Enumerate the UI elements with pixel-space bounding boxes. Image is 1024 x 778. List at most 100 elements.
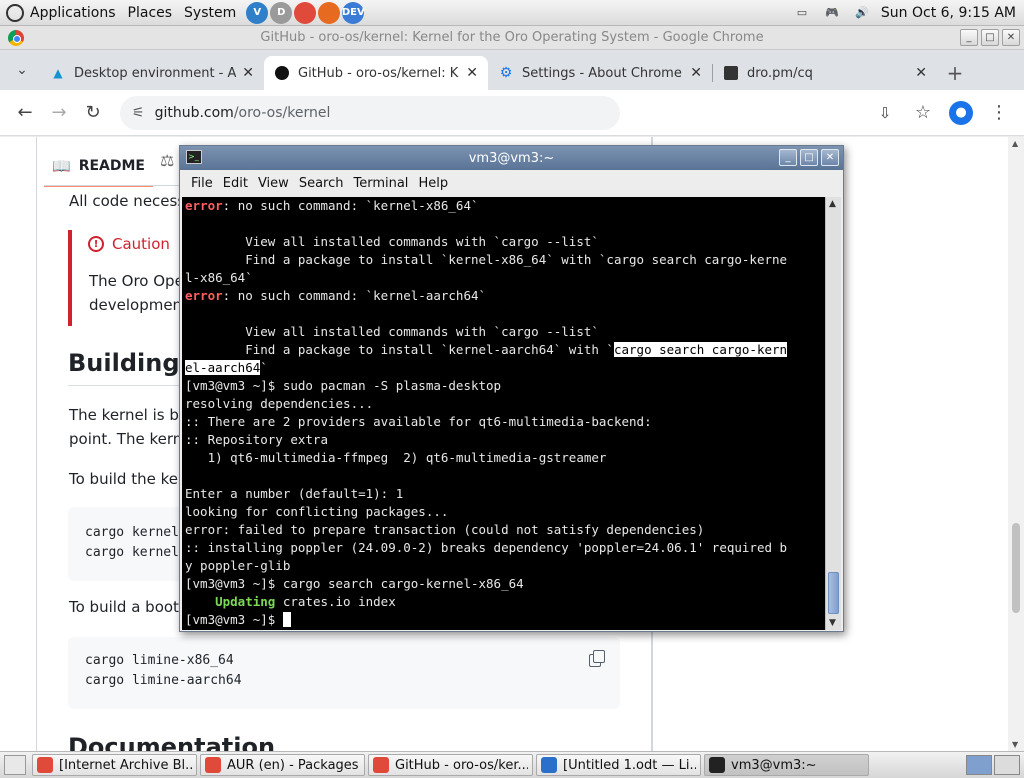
license-scale-icon[interactable]: ⚖ [160, 151, 174, 170]
terminal-line: l-x86_64` [185, 269, 826, 287]
new-tab-button[interactable]: + [937, 56, 973, 90]
url-host: github.com [154, 104, 234, 121]
dev-icon[interactable]: DEV [342, 1, 365, 24]
places-menu[interactable]: Places [122, 0, 179, 26]
vscode-icon[interactable]: V [246, 1, 269, 24]
chrome-titlebar[interactable]: GitHub - oro-os/kernel: Kernel for the O… [0, 26, 1024, 50]
error-keyword: error [185, 288, 223, 303]
terminal-titlebar[interactable]: >_ vm3@vm3:~ _ □ ✕ [180, 146, 843, 170]
terminal-scrollbar-thumb[interactable] [828, 572, 839, 614]
copy-icon[interactable] [588, 649, 606, 667]
terminal-line: error: failed to prepare transaction (co… [185, 521, 826, 539]
scroll-up-icon[interactable]: ▲ [1012, 139, 1018, 148]
code-line: cargo limine-aarch64 [85, 673, 242, 688]
build-bootloader-text: To build a bootl [69, 598, 184, 616]
menu-terminal[interactable]: Terminal [348, 176, 413, 191]
panel-clock[interactable]: Sun Oct 6, 9:15 AM [881, 5, 1016, 21]
system-menu[interactable]: System [178, 0, 242, 26]
chrome-icon [373, 757, 389, 773]
scroll-down-icon[interactable]: ▼ [829, 618, 836, 628]
scrollbar-thumb[interactable] [1012, 523, 1020, 613]
volume-icon[interactable]: 🔊 [851, 4, 873, 22]
taskbar-item[interactable]: [Untitled 1.odt — Li... [536, 754, 701, 776]
tab-search-icon[interactable]: ⌄ [4, 50, 40, 90]
scroll-up-icon[interactable]: ▲ [829, 199, 836, 209]
menu-edit[interactable]: Edit [218, 176, 253, 191]
line-text: View all installed commands with `cargo … [185, 324, 599, 339]
taskbar-item[interactable]: AUR (en) - Packages... [200, 754, 365, 776]
workspace-switcher[interactable] [966, 755, 1024, 775]
terminal-scrollbar[interactable]: ▲ ▼ [825, 197, 841, 630]
menu-search[interactable]: Search [294, 176, 349, 191]
address-bar[interactable]: ⚟ github.com/oro-os/kernel [120, 95, 620, 130]
line-text: Enter a number (default=1): 1 [185, 486, 404, 501]
taskbar-item[interactable]: GitHub - oro-os/ker... [368, 754, 533, 776]
line-text: ` [260, 360, 268, 375]
scroll-down-icon[interactable]: ▼ [1012, 740, 1018, 749]
taskbar-item-label: AUR (en) - Packages... [227, 757, 360, 773]
firefox-icon[interactable] [318, 1, 341, 24]
window-list-icon[interactable]: ▭ [791, 4, 813, 22]
workspace-1[interactable] [966, 755, 992, 775]
terminal-title: vm3@vm3:~ [468, 150, 555, 166]
terminal-line: 1) qt6-multimedia-ffmpeg 2) qt6-multimed… [185, 449, 826, 467]
page-scrollbar[interactable]: ▲ ▼ [1008, 137, 1024, 751]
readme-tab[interactable]: 📖 README [44, 147, 153, 187]
terminal-maximize-button[interactable]: □ [800, 149, 818, 166]
terminal-close-button[interactable]: ✕ [821, 149, 839, 166]
show-desktop-button[interactable] [4, 755, 26, 775]
selected-text: el-aarch64 [185, 360, 261, 375]
back-button[interactable]: ← [8, 96, 42, 130]
panel-launchers: V D DEV [246, 1, 365, 24]
gamepad-icon[interactable]: 🎮 [821, 4, 843, 22]
menu-file[interactable]: File [186, 176, 218, 191]
line-text: :: There are 2 providers available for q… [185, 414, 652, 429]
tab-dro-pm[interactable]: dro.pm/cq ✕ [713, 56, 937, 90]
bookmark-star-icon[interactable]: ☆ [906, 96, 940, 130]
terminal-window[interactable]: >_ vm3@vm3:~ _ □ ✕ File Edit View Search… [179, 145, 844, 632]
close-tab-icon[interactable]: ✕ [690, 65, 702, 81]
close-tab-icon[interactable]: ✕ [915, 65, 927, 81]
install-app-icon[interactable]: ⇩ [868, 96, 902, 130]
chrome-icon [205, 757, 221, 773]
terminal-output[interactable]: error: no such command: `kernel-x86_64` … [182, 197, 826, 630]
profile-button[interactable]: ● [944, 96, 978, 130]
site-info-icon[interactable]: ⚟ [132, 105, 145, 121]
terminal-minimize-button[interactable]: _ [779, 149, 797, 166]
line-text: [vm3@vm3 ~]$ [185, 612, 283, 627]
taskbar-item-label: [Untitled 1.odt — Li... [563, 757, 696, 773]
terminal-line: Find a package to install `kernel-x86_64… [185, 251, 826, 269]
menu-view[interactable]: View [253, 176, 294, 191]
terminal-line: error: no such command: `kernel-aarch64` [185, 287, 826, 305]
terminal-line: y poppler-glib [185, 557, 826, 575]
more-menu-icon[interactable]: ⋮ [982, 96, 1016, 130]
tab-github-oro-kernel[interactable]: GitHub - oro-os/kernel: K ✕ [264, 56, 488, 90]
gedit-icon[interactable]: D [270, 1, 293, 24]
tab-strip: ⌄ ▲ Desktop environment - Ar ✕ GitHub - … [0, 50, 1024, 90]
close-tab-icon[interactable]: ✕ [242, 65, 254, 81]
task-list: [Internet Archive Bl... AUR (en) - Packag… [32, 754, 872, 776]
taskbar-item[interactable]: [Internet Archive Bl... [32, 754, 197, 776]
chrome-icon[interactable] [294, 1, 317, 24]
reload-button[interactable]: ↻ [76, 96, 110, 130]
line-text: [vm3@vm3 ~]$ cargo search cargo-kernel-x… [185, 576, 524, 591]
maximize-button[interactable]: □ [981, 29, 999, 46]
terminal-icon [709, 757, 725, 773]
close-tab-icon[interactable]: ✕ [466, 65, 478, 81]
tab-desktop-environment[interactable]: ▲ Desktop environment - Ar ✕ [40, 56, 264, 90]
menu-help[interactable]: Help [413, 176, 453, 191]
applications-menu[interactable]: Applications [0, 0, 122, 26]
line-text: : no such command: `kernel-x86_64` [222, 198, 479, 213]
workspace-2[interactable] [994, 755, 1020, 775]
close-button[interactable]: ✕ [1002, 29, 1020, 46]
limine-code-block: cargo limine-x86_64 cargo limine-aarch64 [68, 637, 620, 709]
minimize-button[interactable]: _ [960, 29, 978, 46]
taskbar-item[interactable]: vm3@vm3:~ [704, 754, 869, 776]
tab-settings-about-chrome[interactable]: ⚙ Settings - About Chrome ✕ [488, 56, 712, 90]
forward-button[interactable]: → [42, 96, 76, 130]
line-text: :: Repository extra [185, 432, 328, 447]
line-text: Find a package to install `kernel-x86_64… [185, 252, 788, 267]
intro-text: All code necess [69, 192, 186, 210]
